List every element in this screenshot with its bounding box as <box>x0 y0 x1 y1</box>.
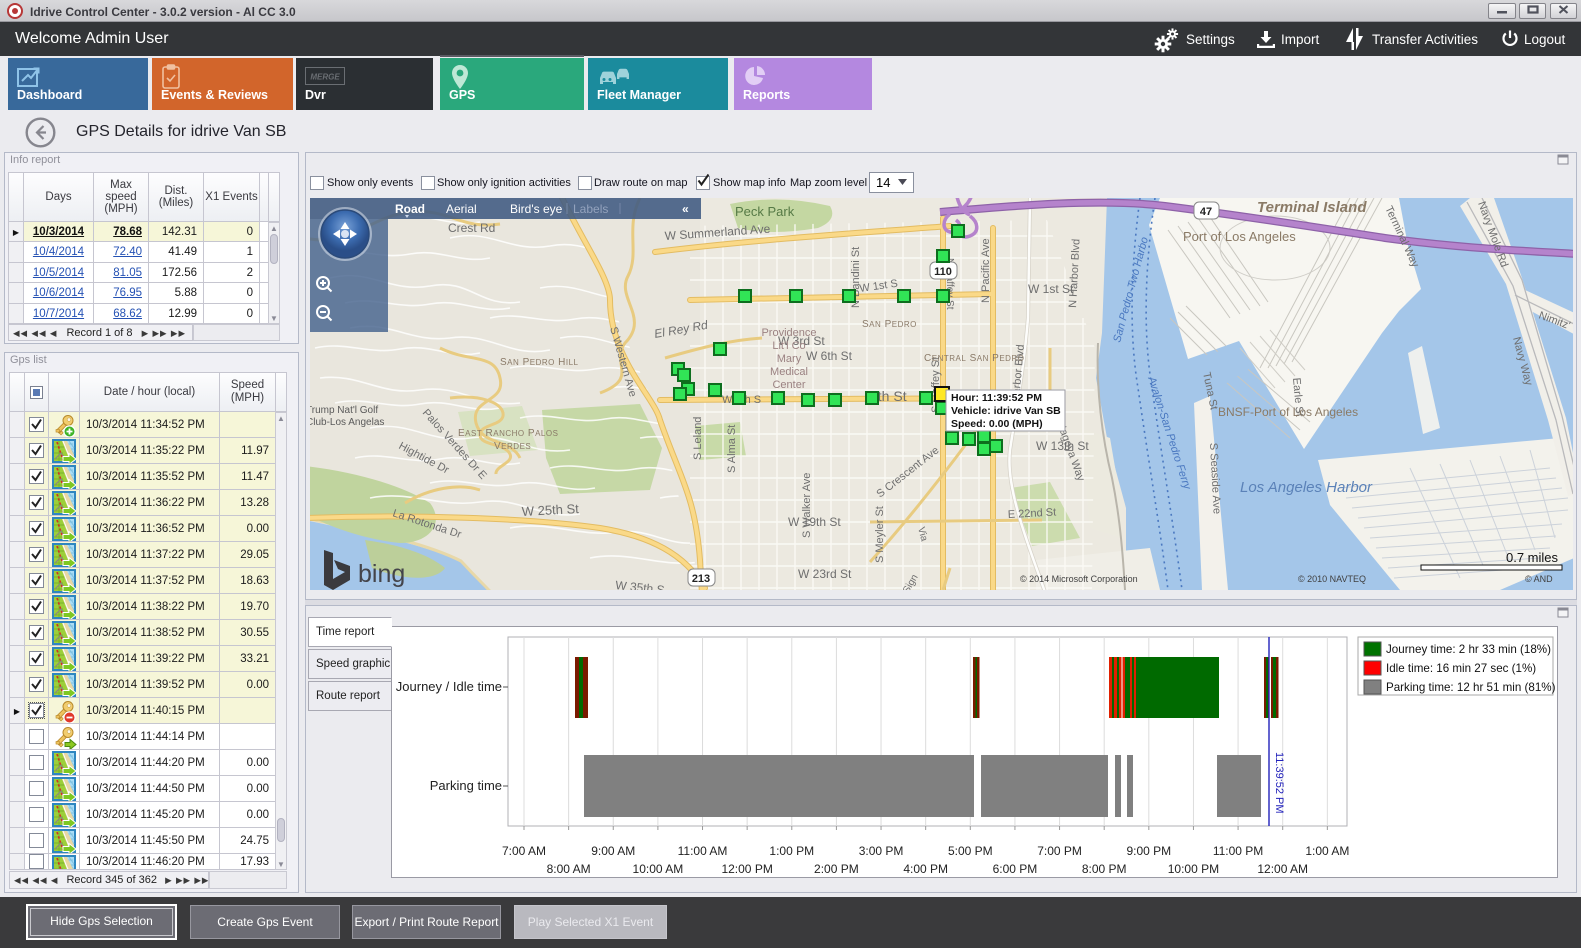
svg-text:bing: bing <box>358 560 405 588</box>
svg-text:10:00 AM: 10:00 AM <box>633 862 684 876</box>
svg-text:Parking time: 12 hr 51 min (81: Parking time: 12 hr 51 min (81%) <box>1386 681 1556 694</box>
svg-text:Labels: Labels <box>573 202 608 216</box>
svg-text:«: « <box>682 202 689 216</box>
svg-text:SAN PEDRO HILL: SAN PEDRO HILL <box>500 357 579 368</box>
svg-text:Center: Center <box>772 379 805 391</box>
svg-text:BNSF-Port of Los Angeles: BNSF-Port of Los Angeles <box>1218 405 1358 419</box>
svg-text:7:00 PM: 7:00 PM <box>1037 844 1082 858</box>
svg-text:W 19th St: W 19th St <box>788 515 841 529</box>
svg-text:12:00 AM: 12:00 AM <box>1257 862 1308 876</box>
svg-text:N Pacific Ave: N Pacific Ave <box>980 238 992 303</box>
svg-text:Idle time: 16 min 27 sec (1%): Idle time: 16 min 27 sec (1%) <box>1386 662 1536 675</box>
svg-text:SAN PEDRO: SAN PEDRO <box>862 319 917 330</box>
svg-text:Mary: Mary <box>777 353 802 365</box>
svg-text:Port of Los Angeles: Port of Los Angeles <box>1183 229 1296 244</box>
svg-text:1:00 PM: 1:00 PM <box>769 844 814 858</box>
svg-text:Providence: Providence <box>761 327 816 339</box>
svg-text:Hour: 11:39:52 PM: Hour: 11:39:52 PM <box>951 392 1042 404</box>
svg-text:12:00 PM: 12:00 PM <box>721 862 772 876</box>
svg-text:S Leland: S Leland <box>692 417 704 460</box>
svg-text:8:00 PM: 8:00 PM <box>1082 862 1127 876</box>
svg-text:Los Angeles Harbor: Los Angeles Harbor <box>1240 479 1373 496</box>
svg-text:Road: Road <box>395 202 425 216</box>
svg-text:MERGE: MERGE <box>310 73 340 82</box>
svg-text:6:00 PM: 6:00 PM <box>993 862 1038 876</box>
svg-text:7:00 AM: 7:00 AM <box>502 844 546 858</box>
svg-text:47: 47 <box>1200 206 1212 218</box>
svg-text:Terminal Island: Terminal Island <box>1257 199 1367 216</box>
svg-text:Crest Rd: Crest Rd <box>448 221 495 235</box>
svg-text:1:00 AM: 1:00 AM <box>1305 844 1349 858</box>
svg-text:Trump Nat'l Golf: Trump Nat'l Golf <box>310 405 378 416</box>
svg-text:© AND: © AND <box>1525 574 1553 584</box>
svg-text:Bird's eye: Bird's eye <box>510 202 563 216</box>
svg-text:VERDES: VERDES <box>494 441 531 452</box>
svg-text:© 2010 NAVTEQ: © 2010 NAVTEQ <box>1298 574 1366 584</box>
svg-text:10:00 PM: 10:00 PM <box>1168 862 1219 876</box>
svg-text:Aerial: Aerial <box>446 202 477 216</box>
svg-text:9:00 AM: 9:00 AM <box>591 844 635 858</box>
svg-text:W 25th St: W 25th St <box>521 501 579 519</box>
svg-text:S Walker Ave: S Walker Ave <box>801 473 813 538</box>
svg-text:Journey / Idle time: Journey / Idle time <box>396 679 502 694</box>
svg-text:2:00 PM: 2:00 PM <box>814 862 859 876</box>
svg-text:S Alma St: S Alma St <box>726 425 738 473</box>
svg-text:CENTRAL SAN PEDRO: CENTRAL SAN PEDRO <box>924 353 1024 364</box>
svg-text:© 2014 Microsoft Corporation: © 2014 Microsoft Corporation <box>1020 574 1138 584</box>
svg-text:Journey time: 2 hr 33 min (18%: Journey time: 2 hr 33 min (18%) <box>1386 643 1551 656</box>
svg-text:5:00 PM: 5:00 PM <box>948 844 993 858</box>
svg-text:Vehicle: idrive Van SB: Vehicle: idrive Van SB <box>951 405 1061 417</box>
svg-text:3:00 PM: 3:00 PM <box>859 844 904 858</box>
svg-text:Speed: 0.00 (MPH): Speed: 0.00 (MPH) <box>951 418 1043 430</box>
svg-text:213: 213 <box>692 573 710 585</box>
svg-text:EAST RANCHO PALOS: EAST RANCHO PALOS <box>458 428 558 439</box>
svg-text:E 22nd St: E 22nd St <box>1008 506 1057 521</box>
svg-text:9:00 PM: 9:00 PM <box>1126 844 1171 858</box>
svg-text:Medical: Medical <box>770 366 808 378</box>
svg-text:Peck Park: Peck Park <box>735 204 795 219</box>
svg-text:S Meyler St: S Meyler St <box>874 506 886 563</box>
svg-text:Parking time: Parking time <box>430 778 502 793</box>
svg-text:4:00 PM: 4:00 PM <box>903 862 948 876</box>
svg-text:11:00 PM: 11:00 PM <box>1213 844 1263 858</box>
svg-text:0.7 miles: 0.7 miles <box>1506 550 1559 565</box>
svg-text:Lit'l Co: Lit'l Co <box>772 340 805 352</box>
svg-text:110: 110 <box>934 266 952 278</box>
svg-text:Club-Los Angelas: Club-Los Angelas <box>310 417 384 428</box>
svg-text:11:00 AM: 11:00 AM <box>678 844 728 858</box>
svg-text:W 23rd St: W 23rd St <box>798 567 852 581</box>
svg-text:8:00 AM: 8:00 AM <box>547 862 591 876</box>
svg-text:W 6th St: W 6th St <box>806 349 853 363</box>
svg-text:11:39:52 PM: 11:39:52 PM <box>1273 752 1285 814</box>
